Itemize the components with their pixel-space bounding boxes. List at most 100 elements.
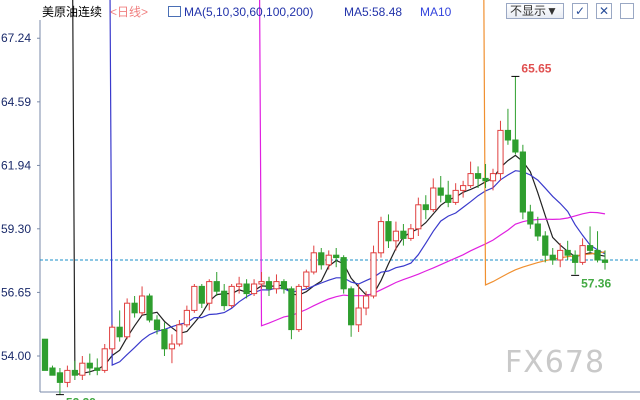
y-tick-label: 61.94 bbox=[1, 158, 31, 172]
candle[interactable] bbox=[41, 338, 49, 371]
candle-body bbox=[236, 283, 243, 287]
candle-body bbox=[415, 204, 422, 230]
candle[interactable] bbox=[400, 224, 407, 246]
candle[interactable] bbox=[437, 176, 444, 203]
candle-body bbox=[594, 249, 601, 261]
candle[interactable] bbox=[191, 284, 198, 313]
candle-body bbox=[228, 285, 235, 307]
candle[interactable] bbox=[146, 293, 153, 323]
ma-params-label[interactable]: MA(5,10,30,60,100,200) bbox=[184, 4, 313, 20]
candle-body bbox=[116, 326, 123, 338]
check-icon: ✓ bbox=[574, 4, 586, 18]
candle[interactable] bbox=[572, 250, 579, 275]
candle[interactable] bbox=[527, 204, 534, 229]
candle[interactable] bbox=[445, 180, 452, 208]
candle[interactable] bbox=[198, 284, 205, 308]
candle-body bbox=[288, 288, 295, 331]
candle-body bbox=[109, 326, 116, 350]
candle[interactable] bbox=[340, 255, 347, 294]
candle[interactable] bbox=[295, 284, 302, 332]
candle[interactable] bbox=[489, 168, 497, 191]
candle-body bbox=[138, 295, 146, 314]
candle[interactable] bbox=[385, 214, 392, 248]
candle[interactable] bbox=[407, 224, 414, 241]
candle[interactable] bbox=[377, 216, 385, 258]
candle[interactable] bbox=[549, 248, 556, 265]
candle[interactable] bbox=[124, 298, 131, 340]
candle-body bbox=[445, 194, 452, 203]
close-icon: ✕ bbox=[598, 4, 610, 18]
candlestick-chart-icon[interactable] bbox=[168, 6, 181, 17]
candle[interactable] bbox=[64, 365, 71, 388]
candle[interactable] bbox=[497, 120, 504, 181]
candle-body bbox=[221, 290, 228, 307]
candle[interactable] bbox=[586, 226, 594, 253]
candle[interactable] bbox=[303, 269, 310, 289]
candle[interactable] bbox=[131, 296, 138, 318]
candle[interactable] bbox=[534, 216, 541, 241]
candle[interactable] bbox=[310, 245, 317, 275]
candle[interactable] bbox=[422, 195, 429, 220]
candlestick-chart[interactable]: 67.24 64.59 61.94 59.30 56.65 54.00 65.65 52.3… bbox=[0, 0, 640, 400]
candle[interactable] bbox=[348, 286, 355, 337]
candle[interactable] bbox=[56, 368, 64, 395]
candle-body bbox=[295, 285, 302, 331]
candle[interactable] bbox=[101, 344, 108, 373]
candle[interactable] bbox=[325, 250, 332, 270]
candle[interactable] bbox=[333, 248, 340, 268]
candle-body bbox=[377, 221, 385, 254]
candle[interactable] bbox=[355, 284, 362, 332]
candle-body bbox=[504, 129, 512, 141]
candle-body bbox=[124, 302, 131, 338]
candle[interactable] bbox=[318, 248, 325, 270]
candle-body bbox=[452, 189, 459, 203]
candle-body bbox=[362, 295, 370, 309]
candle[interactable] bbox=[460, 180, 467, 198]
ma5-value: MA5:58.48 bbox=[344, 5, 403, 19]
candle[interactable] bbox=[221, 284, 228, 311]
candle-body bbox=[430, 187, 437, 211]
candle[interactable] bbox=[250, 279, 258, 296]
candle[interactable] bbox=[467, 161, 474, 188]
candle[interactable] bbox=[579, 238, 586, 265]
candle[interactable] bbox=[79, 356, 86, 380]
candle[interactable] bbox=[273, 274, 280, 294]
candle[interactable] bbox=[265, 276, 273, 296]
candle[interactable] bbox=[213, 272, 220, 296]
candle[interactable] bbox=[504, 108, 512, 145]
candle[interactable] bbox=[519, 144, 526, 220]
candle-body bbox=[489, 173, 497, 182]
candle[interactable] bbox=[594, 231, 601, 263]
check-button[interactable]: ✓ bbox=[572, 3, 588, 19]
candle[interactable] bbox=[482, 164, 489, 188]
candle[interactable] bbox=[49, 365, 56, 376]
candle[interactable] bbox=[430, 178, 437, 212]
candle-body bbox=[348, 288, 355, 326]
close-button[interactable]: ✕ bbox=[596, 3, 612, 19]
candle[interactable] bbox=[452, 183, 459, 205]
candle[interactable] bbox=[370, 245, 377, 299]
candle[interactable] bbox=[206, 279, 213, 311]
panel-toggle-button[interactable] bbox=[620, 3, 634, 19]
candle[interactable] bbox=[542, 231, 549, 263]
hide-dropdown-button[interactable]: 不显示▼ bbox=[506, 3, 564, 19]
candle[interactable] bbox=[228, 284, 235, 308]
candle[interactable] bbox=[71, 360, 78, 380]
candle[interactable] bbox=[183, 305, 190, 328]
candle[interactable] bbox=[512, 76, 519, 155]
candle[interactable] bbox=[161, 322, 168, 356]
candle[interactable] bbox=[109, 324, 116, 354]
candle-body bbox=[564, 249, 571, 256]
candle-body bbox=[168, 343, 176, 350]
candle-body bbox=[49, 367, 56, 376]
period-selector[interactable]: <日线> bbox=[110, 4, 148, 20]
candle[interactable] bbox=[138, 286, 146, 316]
candle-body bbox=[131, 302, 138, 314]
candle[interactable] bbox=[280, 279, 288, 294]
candle[interactable] bbox=[288, 286, 295, 340]
candle-body bbox=[572, 254, 579, 263]
candle[interactable] bbox=[168, 334, 176, 364]
candle-body bbox=[206, 281, 213, 304]
candle[interactable] bbox=[94, 358, 101, 376]
candle[interactable] bbox=[116, 310, 123, 342]
